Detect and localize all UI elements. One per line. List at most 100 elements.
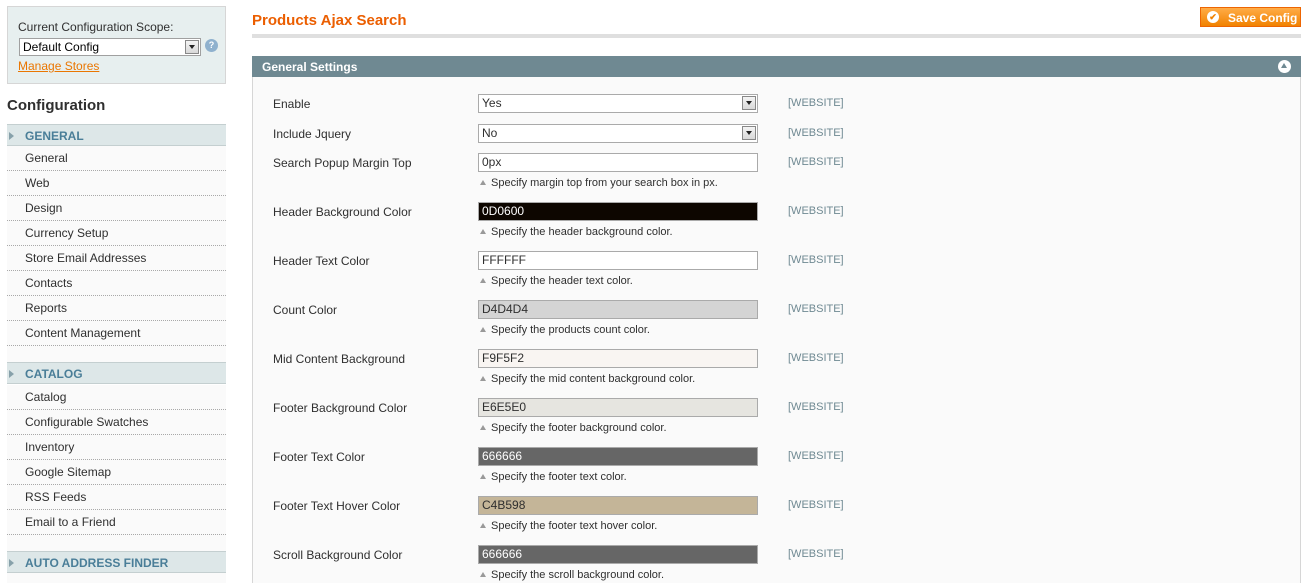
field-note-text: Specify the scroll background color. <box>491 569 665 581</box>
collapse-icon[interactable] <box>1278 60 1291 73</box>
field-note-text: Specify the footer text hover color. <box>491 520 658 532</box>
field-label-footer-text-color: Footer Text Color <box>273 450 365 464</box>
field-note-text: Specify the footer background color. <box>491 422 667 434</box>
field-note-scroll-background-color: Specify the scroll background color. <box>480 569 664 581</box>
sidebar-item-general[interactable]: General <box>7 146 226 171</box>
sidebar-item-label: Currency Setup <box>25 226 109 240</box>
nav-spacer <box>7 573 226 583</box>
sidebar-item-label: Configurable Swatches <box>25 415 149 429</box>
search-popup-margin-top-input[interactable]: 0px <box>478 153 758 172</box>
field-label-include-jquery: Include Jquery <box>273 127 352 141</box>
sidebar-item-store-email-addresses[interactable]: Store Email Addresses <box>7 246 226 271</box>
scope-label: Current Configuration Scope: <box>18 20 174 34</box>
save-config-label: Save Config <box>1228 11 1298 25</box>
scope-tag-search-popup-margin-top: [WEBSITE] <box>788 156 844 168</box>
scope-tag-footer-background-color: [WEBSITE] <box>788 401 844 413</box>
sidebar-item-inventory[interactable]: Inventory <box>7 435 226 460</box>
scope-tag-header-background-color: [WEBSITE] <box>788 205 844 217</box>
sidebar-item-label: Email to a Friend <box>25 515 116 529</box>
check-icon: ✔ <box>1207 11 1219 23</box>
field-label-enable: Enable <box>273 97 311 111</box>
scope-tag-mid-content-background: [WEBSITE] <box>788 352 844 364</box>
nav-spacer <box>7 535 226 551</box>
nav-group-auto-address-finder[interactable]: AUTO ADDRESS FINDER <box>7 551 226 573</box>
enable-select-value: Yes <box>482 96 502 110</box>
field-note-text: Specify margin top from your search box … <box>491 177 718 189</box>
sidebar-item-label: Catalog <box>25 390 67 404</box>
field-note-search-popup-margin-top: Specify margin top from your search box … <box>480 177 718 189</box>
sidebar-item-email-to-a-friend[interactable]: Email to a Friend <box>7 510 226 535</box>
field-label-footer-background-color: Footer Background Color <box>273 401 408 415</box>
page-title: Products Ajax Search <box>252 12 407 29</box>
scope-select[interactable]: Default Config <box>19 38 201 56</box>
arrow-up-icon <box>480 425 486 430</box>
scroll-background-color-input[interactable]: 666666 <box>478 545 758 564</box>
manage-stores-link[interactable]: Manage Stores <box>18 59 99 73</box>
scope-tag-footer-text-hover-color: [WEBSITE] <box>788 499 844 511</box>
header-text-color-input[interactable]: FFFFFF <box>478 251 758 270</box>
count-color-input[interactable]: D4D4D4 <box>478 300 758 319</box>
arrow-up-icon <box>480 278 486 283</box>
footer-text-color-input[interactable]: 666666 <box>478 447 758 466</box>
mid-content-background-input[interactable]: F9F5F2 <box>478 349 758 368</box>
sidebar-item-label: Google Sitemap <box>25 465 112 479</box>
nav-group-label: AUTO ADDRESS FINDER <box>25 556 169 570</box>
save-config-button[interactable]: ✔ Save Config <box>1200 7 1301 27</box>
sidebar-item-currency-setup[interactable]: Currency Setup <box>7 221 226 246</box>
chevron-down-icon[interactable] <box>185 40 199 54</box>
nav-group-catalog[interactable]: CATALOG <box>7 362 226 384</box>
field-note-text: Specify the header background color. <box>491 226 673 238</box>
sidebar-item-contacts[interactable]: Contacts <box>7 271 226 296</box>
arrow-up-icon <box>480 327 486 332</box>
field-note-footer-background-color: Specify the footer background color. <box>480 422 667 434</box>
field-label-scroll-background-color: Scroll Background Color <box>273 548 403 562</box>
caret-right-icon <box>9 132 14 140</box>
chevron-down-icon[interactable] <box>742 126 756 140</box>
field-note-count-color: Specify the products count color. <box>480 324 650 336</box>
caret-right-icon <box>9 370 14 378</box>
enable-select[interactable]: Yes <box>478 94 758 113</box>
sidebar-item-google-sitemap[interactable]: Google Sitemap <box>7 460 226 485</box>
arrow-up-icon <box>480 474 486 479</box>
field-label-count-color: Count Color <box>273 303 338 317</box>
sidebar-item-label: Content Management <box>25 326 141 340</box>
sidebar-item-label: RSS Feeds <box>25 490 87 504</box>
field-note-text: Specify the footer text color. <box>491 471 627 483</box>
sidebar-item-label: Store Email Addresses <box>25 251 147 265</box>
sidebar-item-catalog[interactable]: Catalog <box>7 385 226 410</box>
scope-tag-include-jquery: [WEBSITE] <box>788 127 844 139</box>
chevron-down-icon[interactable] <box>742 96 756 110</box>
field-label-footer-text-hover-color: Footer Text Hover Color <box>273 499 401 513</box>
configuration-title: Configuration <box>7 97 106 114</box>
footer-background-color-input[interactable]: E6E5E0 <box>478 398 758 417</box>
field-label-search-popup-margin-top: Search Popup Margin Top <box>273 156 412 170</box>
field-note-text: Specify the mid content background color… <box>491 373 696 385</box>
nav-group-label: GENERAL <box>25 129 84 143</box>
scope-tag-footer-text-color: [WEBSITE] <box>788 450 844 462</box>
sidebar-item-rss-feeds[interactable]: RSS Feeds <box>7 485 226 510</box>
sidebar-item-label: Contacts <box>25 276 73 290</box>
scope-switcher: Current Configuration Scope: Default Con… <box>7 6 226 84</box>
footer-text-hover-color-input[interactable]: C4B598 <box>478 496 758 515</box>
section-title: General Settings <box>262 60 358 74</box>
arrow-up-icon <box>480 180 486 185</box>
section-header-general-settings[interactable]: General Settings <box>252 56 1301 77</box>
arrow-up-icon <box>480 572 486 577</box>
field-note-header-background-color: Specify the header background color. <box>480 226 673 238</box>
nav-spacer <box>7 346 226 362</box>
field-note-text: Specify the products count color. <box>491 324 650 336</box>
field-note-header-text-color: Specify the header text color. <box>480 275 633 287</box>
nav-group-general[interactable]: GENERAL <box>7 124 226 146</box>
include-jquery-select[interactable]: No <box>478 124 758 143</box>
sidebar-item-web[interactable]: Web <box>7 171 226 196</box>
field-note-mid-content-background: Specify the mid content background color… <box>480 373 695 385</box>
section-body <box>252 77 1301 583</box>
header-background-color-input[interactable]: 0D0600 <box>478 202 758 221</box>
sidebar-item-content-management[interactable]: Content Management <box>7 321 226 346</box>
field-label-header-text-color: Header Text Color <box>273 254 370 268</box>
sidebar-item-reports[interactable]: Reports <box>7 296 226 321</box>
sidebar-item-configurable-swatches[interactable]: Configurable Swatches <box>7 410 226 435</box>
sidebar-item-design[interactable]: Design <box>7 196 226 221</box>
arrow-up-icon <box>480 229 486 234</box>
help-icon[interactable]: ? <box>205 39 218 52</box>
